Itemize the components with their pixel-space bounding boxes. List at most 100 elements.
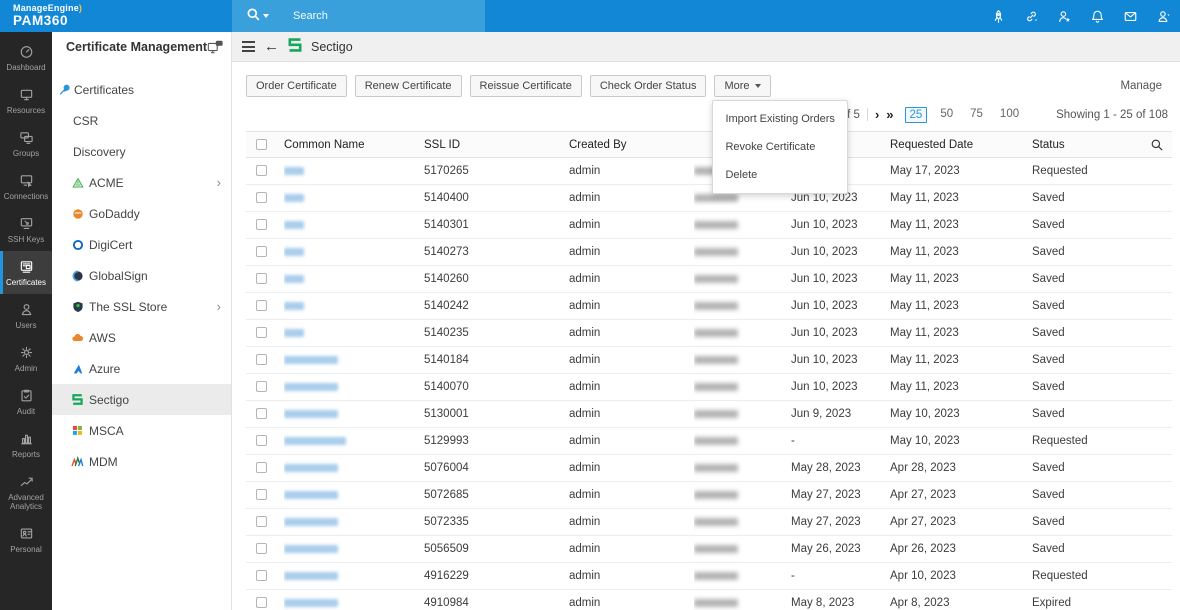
sub-sidebar-item-certificates[interactable]: Certificates [52,74,231,105]
more-button[interactable]: More [714,75,771,97]
row-checkbox[interactable] [256,597,267,609]
column-header-common-name[interactable]: Common Name [284,131,424,158]
sub-sidebar-item-mdm[interactable]: MDM [52,446,231,477]
common-name-link-masked[interactable] [284,436,346,445]
sidebar-item-certificates[interactable]: Certificates [0,251,52,294]
row-checkbox[interactable] [256,435,267,447]
column-header-status[interactable]: Status [1032,131,1144,158]
status-cell: Requested [1032,562,1144,590]
sidebar-item-audit[interactable]: Audit [0,380,52,423]
select-all-checkbox[interactable] [256,138,267,150]
common-name-link-masked[interactable] [284,571,338,580]
table-search-icon[interactable] [1150,139,1164,151]
common-name-link-masked[interactable] [284,544,338,553]
renew-certificate-button[interactable]: Renew Certificate [354,75,462,97]
sidebar-item-personal[interactable]: Personal [0,518,52,561]
back-arrow-icon[interactable]: ← [264,39,279,54]
row-checkbox[interactable] [256,219,267,231]
console-panel-icon[interactable] [207,40,223,54]
row-checkbox[interactable] [256,570,267,582]
toolbar: Order Certificate Renew Certificate Reis… [246,75,1172,194]
column-header-requested-date[interactable]: Requested Date [890,131,1032,158]
sub-sidebar-item-aws[interactable]: AWS [52,322,231,353]
row-checkbox[interactable] [256,273,267,285]
hamburger-menu-icon[interactable] [242,41,255,52]
common-name-link-masked[interactable] [284,328,304,337]
sub-sidebar-item-godaddy[interactable]: GoDaddy [52,198,231,229]
last-page-icon[interactable]: » [886,108,893,121]
search-scope-caret-icon[interactable] [263,14,269,18]
page-size-25[interactable]: 25 [904,106,928,123]
row-checkbox[interactable] [256,192,267,204]
requested-date-cell: Apr 27, 2023 [890,508,1032,536]
sub-sidebar-item-label: The SSL Store [89,299,168,314]
sub-sidebar-item-sectigo[interactable]: Sectigo [52,384,231,415]
next-page-icon[interactable]: › [875,108,879,121]
row-checkbox[interactable] [256,408,267,420]
common-name-link-masked[interactable] [284,598,338,607]
sidebar-item-ssh-keys[interactable]: SSH Keys [0,208,52,251]
sub-sidebar-item-msca[interactable]: MSCA [52,415,231,446]
row-checkbox[interactable] [256,462,267,474]
row-checkbox[interactable] [256,300,267,312]
common-name-link-masked[interactable] [284,166,304,175]
sidebar-item-advanced-analytics[interactable]: Advanced Analytics [0,466,52,518]
row-checkbox[interactable] [256,246,267,258]
manage-link[interactable]: Manage [1120,80,1162,92]
global-search-input[interactable]: Search [232,0,485,32]
link-icon[interactable] [1015,0,1048,32]
sub-sidebar-item-globalsign[interactable]: GlobalSign [52,260,231,291]
page-size-50[interactable]: 50 [936,107,957,123]
common-name-link-masked[interactable] [284,463,338,472]
menu-item-delete[interactable]: Delete [713,161,846,189]
reissue-certificate-button[interactable]: Reissue Certificate [469,75,582,97]
menu-item-revoke-certificate[interactable]: Revoke Certificate [713,133,846,161]
sidebar-item-groups[interactable]: Groups [0,122,52,165]
sub-sidebar-item-acme[interactable]: ACME › [52,167,231,198]
order-certificate-button[interactable]: Order Certificate [246,75,347,97]
sub-sidebar-item-azure[interactable]: Azure [52,353,231,384]
row-checkbox[interactable] [256,489,267,501]
page-size-100[interactable]: 100 [996,107,1023,123]
mail-icon[interactable] [1114,0,1147,32]
row-checkbox[interactable] [256,354,267,366]
sub-sidebar-item-the-ssl-store[interactable]: The SSL Store › [52,291,231,322]
check-order-status-button[interactable]: Check Order Status [589,75,707,97]
common-name-link-masked[interactable] [284,193,304,202]
sidebar-item-connections[interactable]: Connections [0,165,52,208]
ssl-id-cell: 5140301 [424,211,569,239]
sidebar-item-dashboard[interactable]: Dashboard [0,36,52,79]
common-name-link-masked[interactable] [284,517,338,526]
analytics-icon [19,474,34,489]
row-checkbox[interactable] [256,165,267,177]
sidebar-item-resources[interactable]: Resources [0,79,52,122]
page-size-75[interactable]: 75 [966,107,987,123]
common-name-link-masked[interactable] [284,301,304,310]
rocket-icon[interactable] [982,0,1015,32]
row-checkbox[interactable] [256,543,267,555]
sub-sidebar-item-csr[interactable]: CSR [52,105,231,136]
common-name-link-masked[interactable] [284,382,338,391]
common-name-link-masked[interactable] [284,274,304,283]
row-checkbox[interactable] [256,516,267,528]
column-header-ssl-id[interactable]: SSL ID [424,131,569,158]
common-name-link-masked[interactable] [284,220,304,229]
common-name-link-masked[interactable] [284,409,338,418]
status-cell: Requested [1032,157,1144,185]
menu-item-import-existing-orders[interactable]: Import Existing Orders [713,105,846,133]
common-name-link-masked[interactable] [284,355,338,364]
sidebar-item-admin[interactable]: Admin [0,337,52,380]
sub-sidebar-item-digicert[interactable]: DigiCert [52,229,231,260]
ordered-by-masked [694,517,738,526]
sub-sidebar-item-discovery[interactable]: Discovery [52,136,231,167]
common-name-link-masked[interactable] [284,490,338,499]
row-checkbox[interactable] [256,381,267,393]
user-star-icon[interactable] [1048,0,1081,32]
bell-icon[interactable] [1081,0,1114,32]
row-checkbox[interactable] [256,327,267,339]
column-header-created-by[interactable]: Created By [569,131,694,158]
sidebar-item-reports[interactable]: Reports [0,423,52,466]
sidebar-item-users[interactable]: Users [0,294,52,337]
user-icon[interactable] [1147,0,1180,32]
common-name-link-masked[interactable] [284,247,304,256]
